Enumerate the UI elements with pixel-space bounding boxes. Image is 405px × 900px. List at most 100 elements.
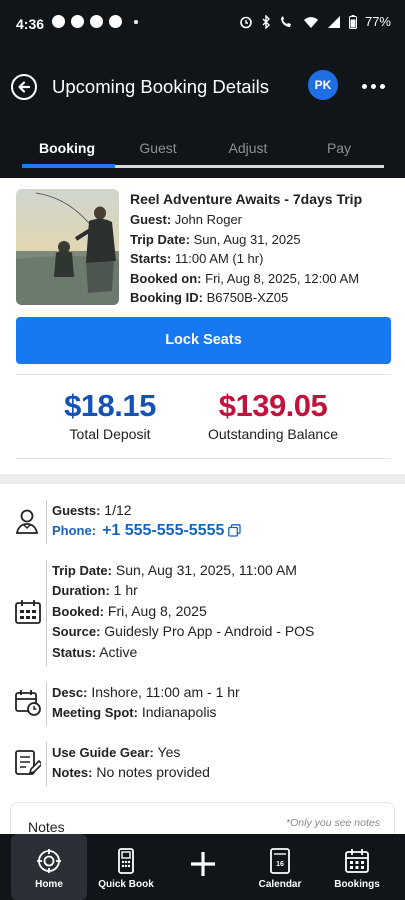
bluetooth-icon (262, 14, 270, 29)
nav-home[interactable]: Home (11, 834, 87, 900)
trip-date-value: Sun, Aug 31, 2025 (193, 231, 301, 247)
booked-row: Booked: Fri, Aug 8, 2025 (52, 602, 207, 619)
wifi-icon (303, 16, 318, 28)
nav-quick-book[interactable]: Quick Book (88, 834, 164, 900)
battery-level: 77% (364, 14, 391, 29)
arrow-left-icon (18, 81, 31, 93)
signal-icon (327, 15, 340, 28)
notes-row: Notes: No notes provided (52, 764, 210, 781)
tab-booking[interactable]: Booking (22, 140, 112, 156)
notification-icons (52, 15, 138, 28)
group-divider (46, 742, 47, 786)
more-dot-icon (370, 83, 376, 89)
wifi-calling-icon (280, 15, 291, 27)
app-header: 4:36 77% Upcoming Booking Details PK Boo… (0, 0, 405, 178)
tab-active-indicator (22, 164, 115, 168)
booking-id-value: B6750B-XZ05 (206, 290, 289, 305)
svg-text:16: 16 (276, 861, 284, 868)
guests-value: 1/12 (104, 502, 132, 518)
trip-date-detail-row: Trip Date: Sun, Aug 31, 2025, 11:00 AM (52, 562, 297, 578)
calendar-grid-icon (15, 600, 41, 624)
guest-group: Guests: 1/12 Phone: +1 555-555-5555 (0, 500, 405, 544)
pos-terminal-icon (118, 848, 134, 874)
back-button[interactable] (11, 74, 37, 100)
outstanding-label: Outstanding Balance (208, 426, 338, 442)
deposit-label: Total Deposit (69, 426, 151, 442)
meeting-spot-row: Meeting Spot: Indianapolis (52, 704, 217, 721)
starts-value: 11:00 AM (1 hr) (174, 251, 264, 266)
lock-seats-button[interactable]: Lock Seats (16, 317, 391, 364)
edit-note-icon (15, 750, 41, 775)
more-notifications-icon (134, 19, 138, 24)
battery-icon (348, 14, 357, 29)
whatsapp-icon (71, 15, 84, 28)
status-row: Status: Active (52, 643, 138, 660)
notes-hint: *Only you see notes (286, 817, 380, 829)
deposit-summary: $18.15 Total Deposit (40, 388, 180, 442)
user-icon (15, 509, 39, 534)
nav-add[interactable] (165, 834, 241, 900)
starts-row: Starts: 11:00 AM (1 hr) (130, 251, 264, 266)
guest-name: John Roger (174, 212, 243, 227)
booking-id-row: Booking ID: B6750B-XZ05 (130, 290, 289, 305)
calendar-clock-icon (15, 690, 41, 716)
nav-label: Bookings (334, 879, 380, 890)
status-badge: Active (99, 643, 138, 660)
nav-label: Calendar (258, 879, 302, 890)
nav-label: Quick Book (98, 879, 154, 890)
notes-title: Notes (28, 819, 65, 835)
duration-row: Duration: 1 hr (52, 582, 138, 599)
teams-icon (109, 15, 122, 28)
copy-icon[interactable] (228, 524, 242, 538)
booking-details-card: Guests: 1/12 Phone: +1 555-555-5555 Trip … (0, 484, 405, 842)
desc-row: Desc: Inshore, 11:00 am - 1 hr (52, 684, 240, 700)
trip-date-row: Trip Date: Sun, Aug 31, 2025 (130, 231, 301, 247)
tab-guest[interactable]: Guest (113, 140, 203, 156)
gear-notes-group: Use Guide Gear: Yes Notes: No notes prov… (0, 742, 405, 786)
outstanding-summary: $139.05 Outstanding Balance (192, 388, 354, 442)
trip-title: Reel Adventure Awaits - 7days Trip (130, 191, 363, 207)
plus-icon (191, 852, 215, 876)
deposit-amount: $18.15 (64, 388, 156, 423)
booked-on-row: Booked on: Fri, Aug 8, 2025, 12:00 AM (130, 270, 360, 286)
schedule-group: Desc: Inshore, 11:00 am - 1 hr Meeting S… (0, 682, 405, 726)
more-options-button[interactable] (360, 76, 386, 96)
facebook-icon (52, 15, 65, 28)
calendar-day-icon: 16 (270, 848, 290, 874)
trip-info-group: Trip Date: Sun, Aug 31, 2025, 11:00 AM D… (0, 560, 405, 666)
calendar-grid-icon (345, 849, 369, 873)
outstanding-amount: $139.05 (218, 388, 328, 423)
trip-photo (16, 189, 119, 305)
page-title: Upcoming Booking Details (52, 76, 269, 97)
bottom-navigation: Home Quick Book 16 Calendar Bookings (0, 834, 405, 900)
nav-label: Home (35, 879, 63, 890)
divider (16, 374, 391, 375)
nav-bookings[interactable]: Bookings (319, 834, 395, 900)
source-row: Source: Guidesly Pro App - Android - POS (52, 623, 315, 640)
avatar[interactable]: PK (308, 70, 338, 100)
phone-row[interactable]: Phone: +1 555-555-5555 (52, 522, 242, 542)
chat-icon (90, 15, 103, 28)
more-dot-icon (361, 83, 367, 89)
booking-info: Reel Adventure Awaits - 7days Trip Guest… (130, 191, 400, 310)
guest-row: Guest: John Roger (130, 212, 243, 227)
alarm-icon (240, 16, 252, 28)
tab-pay[interactable]: Pay (294, 140, 384, 156)
group-divider (46, 560, 47, 666)
system-icons: 77% (239, 14, 391, 29)
more-dot-icon (379, 83, 385, 89)
nav-calendar[interactable]: 16 Calendar (242, 834, 318, 900)
status-time: 4:36 (16, 16, 45, 32)
home-target-icon (37, 849, 61, 873)
guests-row: Guests: 1/12 (52, 502, 132, 518)
title-bar: Upcoming Booking Details PK (0, 62, 405, 112)
booking-summary-card: Reel Adventure Awaits - 7days Trip Guest… (0, 178, 405, 474)
divider (16, 458, 391, 459)
booking-tabs: Booking Guest Adjust Pay (22, 134, 384, 168)
group-divider (46, 500, 47, 544)
status-bar: 4:36 77% (0, 0, 405, 46)
tab-adjust[interactable]: Adjust (203, 140, 293, 156)
group-divider (46, 682, 47, 726)
guide-gear-row: Use Guide Gear: Yes (52, 744, 181, 760)
phone-number[interactable]: +1 555-555-5555 (102, 522, 224, 539)
